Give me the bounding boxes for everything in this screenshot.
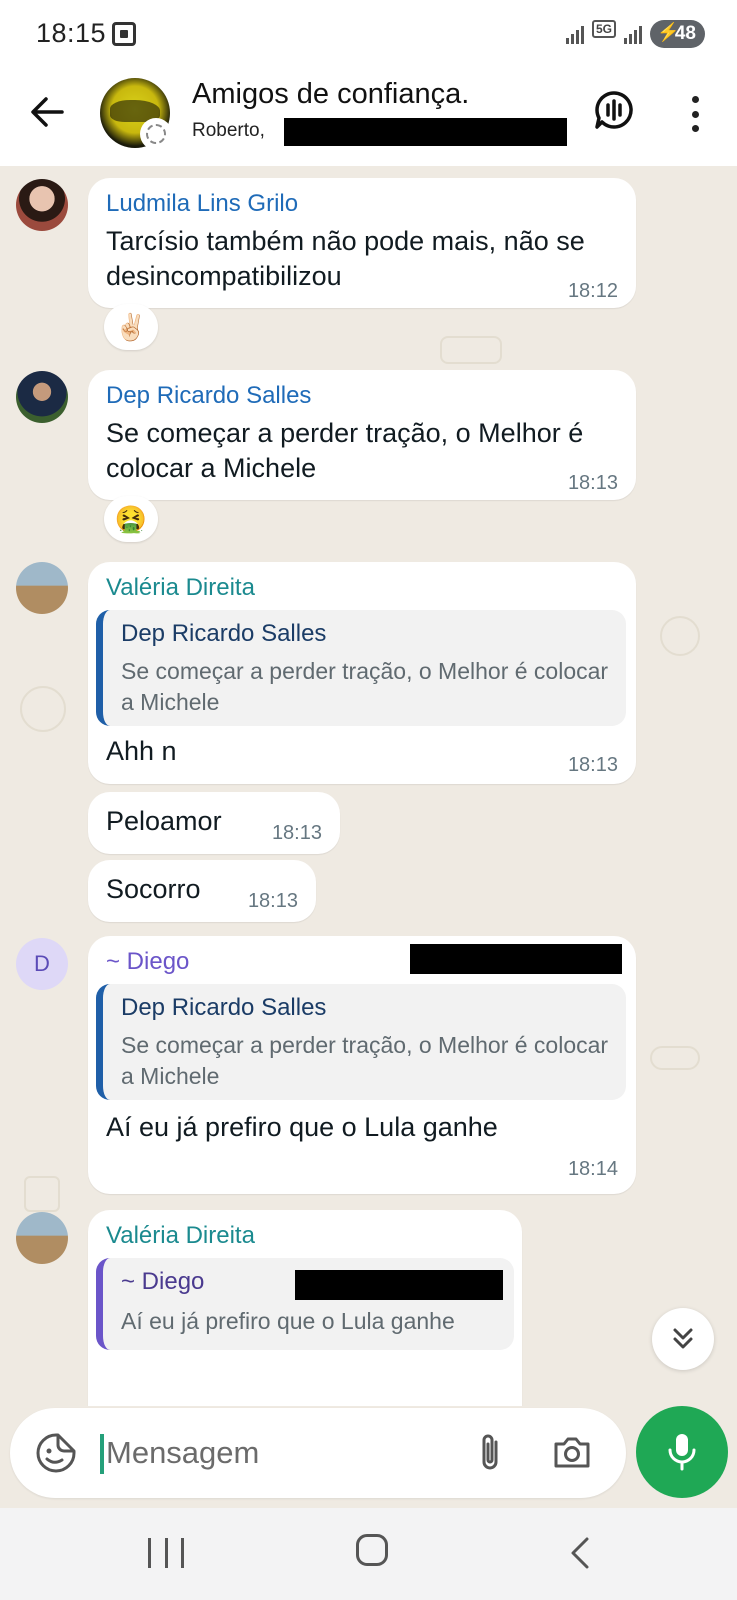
message-time: 18:13 bbox=[567, 754, 618, 776]
quoted-message[interactable]: Dep Ricardo Salles Se começar a perder t… bbox=[96, 610, 626, 726]
reaction-badge[interactable]: 🤮 bbox=[104, 496, 158, 542]
sender-avatar[interactable] bbox=[16, 1212, 68, 1264]
nav-back-button[interactable] bbox=[568, 1536, 592, 1570]
system-nav-bar bbox=[0, 1508, 737, 1600]
sender-name[interactable]: Dep Ricardo Salles bbox=[106, 382, 311, 410]
voice-chat-icon bbox=[595, 91, 633, 129]
camera-button[interactable] bbox=[550, 1432, 594, 1474]
charging-icon: ⚡ bbox=[657, 22, 680, 42]
message-text: Se começar a perder tração, o Melhor é c… bbox=[106, 418, 584, 483]
message-text: Aí eu já prefiro que o Lula ganhe bbox=[106, 1112, 498, 1142]
message-text: Peloamor bbox=[106, 806, 222, 836]
emoji-button[interactable] bbox=[34, 1431, 78, 1475]
wallpaper-doodle bbox=[660, 616, 700, 656]
community-badge-icon bbox=[140, 118, 172, 150]
quoted-message[interactable]: ~ Diego Aí eu já prefiro que o Lula ganh… bbox=[96, 1258, 514, 1350]
network-type-badge: 5G bbox=[592, 20, 617, 38]
more-options-button[interactable] bbox=[680, 92, 710, 136]
message-text: Ahh n bbox=[106, 736, 177, 766]
scroll-to-bottom-button[interactable] bbox=[652, 1308, 714, 1370]
sender-name[interactable]: Valéria Direita bbox=[106, 574, 255, 602]
wallpaper-doodle bbox=[24, 1176, 60, 1212]
reaction-badge[interactable]: ✌🏻 bbox=[104, 304, 158, 350]
attach-button[interactable] bbox=[470, 1430, 510, 1476]
wallpaper-doodle bbox=[650, 1046, 700, 1070]
message-time: 18:13 bbox=[247, 890, 298, 912]
quoted-sender: Dep Ricardo Salles bbox=[121, 620, 327, 647]
wifi-signal-icon bbox=[566, 24, 584, 44]
quoted-text: Se começar a perder tração, o Melhor é c… bbox=[121, 658, 609, 715]
quoted-sender: Dep Ricardo Salles bbox=[121, 994, 327, 1021]
paperclip-icon bbox=[482, 1434, 498, 1470]
battery-indicator: ⚡ 48 bbox=[650, 20, 705, 48]
group-title[interactable]: Amigos de confiança. bbox=[192, 78, 469, 111]
text-caret bbox=[100, 1434, 104, 1474]
message-text: Socorro bbox=[106, 874, 201, 904]
double-chevron-down-icon bbox=[673, 1328, 693, 1349]
redaction-bar bbox=[410, 944, 622, 974]
message-bubble[interactable]: Valéria Direita Dep Ricardo Salles Se co… bbox=[88, 562, 636, 784]
message-input[interactable] bbox=[106, 1430, 446, 1476]
redaction-bar bbox=[295, 1270, 503, 1300]
wallpaper-doodle bbox=[440, 336, 502, 364]
microphone-icon bbox=[668, 1434, 696, 1471]
sender-name[interactable]: ~ Diego bbox=[106, 948, 189, 976]
chevron-left-icon bbox=[571, 1537, 589, 1569]
message-time: 18:12 bbox=[567, 280, 618, 302]
message-bubble[interactable]: Peloamor 18:13 bbox=[88, 792, 340, 854]
quoted-text: Se começar a perder tração, o Melhor é c… bbox=[121, 1032, 609, 1089]
sticker-icon bbox=[36, 1433, 76, 1473]
wallpaper-doodle bbox=[20, 686, 66, 732]
sender-avatar[interactable] bbox=[16, 179, 68, 231]
group-members[interactable]: Roberto, bbox=[192, 120, 265, 142]
status-time: 18:15 bbox=[36, 18, 107, 48]
recent-apps-button[interactable] bbox=[148, 1538, 184, 1568]
message-composer bbox=[10, 1408, 626, 1498]
back-button[interactable] bbox=[26, 90, 70, 134]
chat-area[interactable]: Ludmila Lins Grilo Tarcísio também não p… bbox=[0, 166, 737, 1406]
chat-header: Amigos de confiança. Roberto, bbox=[0, 68, 737, 166]
screen-capture-icon bbox=[112, 22, 136, 46]
quoted-text: Aí eu já prefiro que o Lula ganhe bbox=[121, 1308, 455, 1334]
message-text: Tarcísio também não pode mais, não se de… bbox=[106, 226, 585, 291]
sender-name[interactable]: Ludmila Lins Grilo bbox=[106, 190, 298, 218]
message-bubble[interactable]: ~ Diego Dep Ricardo Salles Se começar a … bbox=[88, 936, 636, 1194]
message-bubble[interactable]: Valéria Direita ~ Diego Aí eu já prefiro… bbox=[88, 1210, 522, 1406]
message-bubble[interactable]: Dep Ricardo Salles Se começar a perder t… bbox=[88, 370, 636, 500]
message-bubble[interactable]: Socorro 18:13 bbox=[88, 860, 316, 922]
voice-chat-button[interactable] bbox=[592, 88, 636, 132]
redaction-bar bbox=[284, 118, 567, 146]
sender-avatar[interactable]: D bbox=[16, 938, 68, 990]
sender-avatar[interactable] bbox=[16, 371, 68, 423]
message-bubble[interactable]: Ludmila Lins Grilo Tarcísio também não p… bbox=[88, 178, 636, 308]
quoted-sender: ~ Diego bbox=[121, 1268, 205, 1295]
status-bar: 18:15 5G ⚡ 48 bbox=[0, 0, 737, 68]
quoted-message[interactable]: Dep Ricardo Salles Se começar a perder t… bbox=[96, 984, 626, 1100]
sender-avatar[interactable] bbox=[16, 562, 68, 614]
more-vert-icon bbox=[691, 96, 699, 103]
message-time: 18:13 bbox=[567, 472, 618, 494]
voice-record-button[interactable] bbox=[636, 1406, 728, 1498]
sender-name[interactable]: Valéria Direita bbox=[106, 1222, 255, 1250]
message-time: 18:14 bbox=[567, 1158, 618, 1180]
cell-signal-icon bbox=[624, 24, 642, 44]
arrow-left-icon bbox=[31, 97, 64, 127]
camera-icon bbox=[554, 1437, 590, 1468]
home-button[interactable] bbox=[356, 1534, 388, 1566]
message-time: 18:13 bbox=[271, 822, 322, 844]
